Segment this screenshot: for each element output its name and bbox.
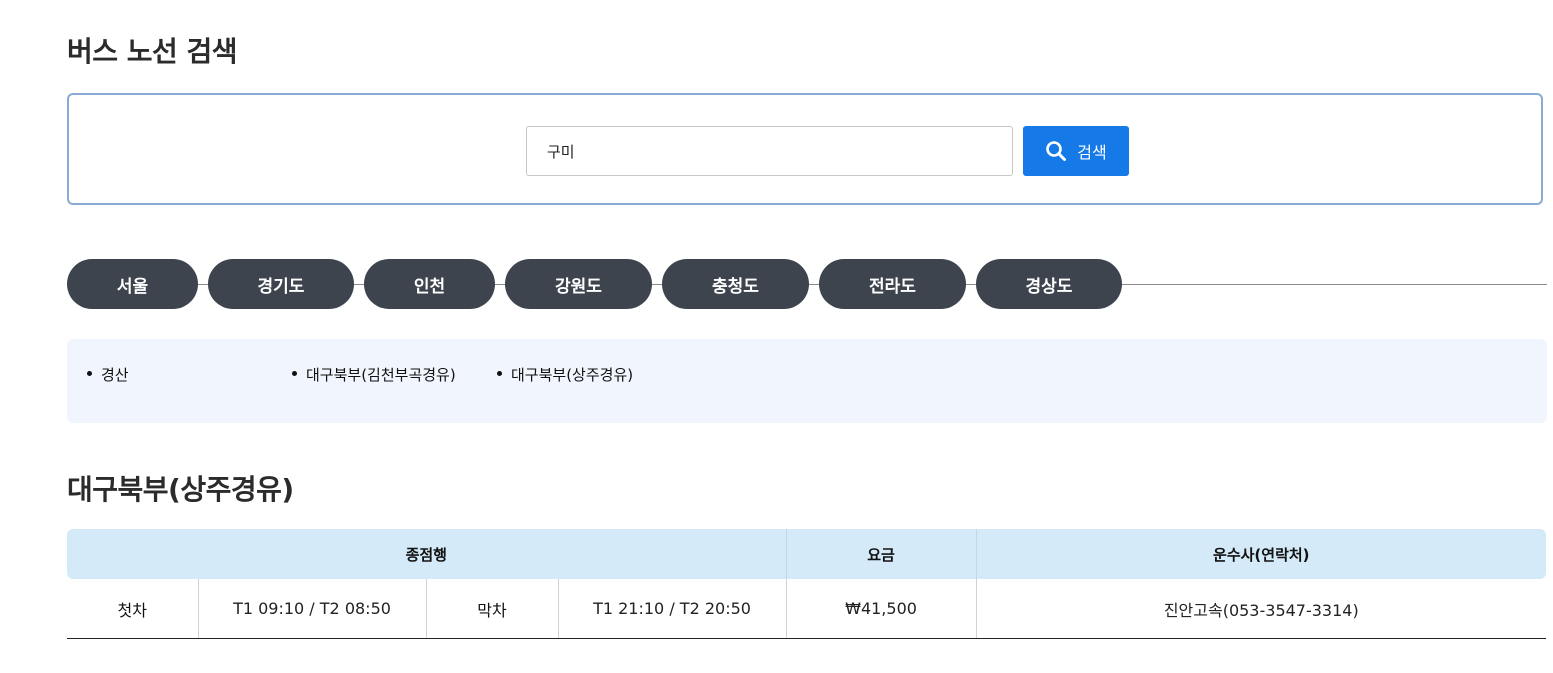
destination-item-daegu-north-sangju[interactable]: 대구북부(상주경유) bbox=[497, 364, 633, 385]
first-bus-time: T1 09:10 / T2 08:50 bbox=[197, 579, 426, 639]
destination-item-gyeongsan[interactable]: 경산 bbox=[87, 364, 129, 385]
region-tab-chungcheong[interactable]: 충청도 bbox=[662, 259, 809, 309]
page-title: 버스 노선 검색 bbox=[67, 35, 238, 68]
search-icon bbox=[1045, 140, 1067, 162]
table-header-row: 종점행 요금 운수사(연락처) bbox=[67, 529, 1547, 579]
page: 버스 노선 검색 검색 서울 경기도 인천 강원도 충청도 전라도 경상도 경산… bbox=[0, 0, 1553, 673]
destination-item-daegu-north-gimcheon[interactable]: 대구북부(김천부곡경유) bbox=[292, 364, 456, 385]
fare-value: ₩41,500 bbox=[785, 579, 977, 639]
search-button[interactable]: 검색 bbox=[1023, 126, 1129, 176]
schedule-table: 종점행 요금 운수사(연락처) 첫차 T1 09:10 / T2 08:50 막… bbox=[67, 529, 1547, 639]
last-bus-time: T1 21:10 / T2 20:50 bbox=[557, 579, 787, 639]
last-bus-label: 막차 bbox=[425, 579, 558, 639]
region-tab-jeolla[interactable]: 전라도 bbox=[819, 259, 966, 309]
region-tab-gyeonggi[interactable]: 경기도 bbox=[208, 259, 354, 309]
header-operator: 운수사(연락처) bbox=[975, 529, 1547, 579]
search-button-label: 검색 bbox=[1077, 143, 1107, 162]
region-tab-incheon[interactable]: 인천 bbox=[364, 259, 495, 309]
destination-list: 경산 대구북부(김천부곡경유) 대구북부(상주경유) bbox=[67, 339, 1547, 423]
region-tab-seoul[interactable]: 서울 bbox=[67, 259, 198, 309]
operator-value: 진안고속(053-3547-3314) bbox=[975, 579, 1547, 639]
header-fare: 요금 bbox=[785, 529, 977, 579]
search-box: 검색 bbox=[67, 93, 1543, 205]
table-row: 첫차 T1 09:10 / T2 08:50 막차 T1 21:10 / T2 … bbox=[67, 579, 1547, 639]
region-tab-gangwon[interactable]: 강원도 bbox=[505, 259, 652, 309]
first-bus-label: 첫차 bbox=[67, 579, 198, 639]
region-tab-gyeongsang[interactable]: 경상도 bbox=[976, 259, 1122, 309]
search-input[interactable] bbox=[526, 126, 1013, 176]
route-title: 대구북부(상주경유) bbox=[67, 473, 294, 506]
header-destination: 종점행 bbox=[67, 529, 787, 579]
